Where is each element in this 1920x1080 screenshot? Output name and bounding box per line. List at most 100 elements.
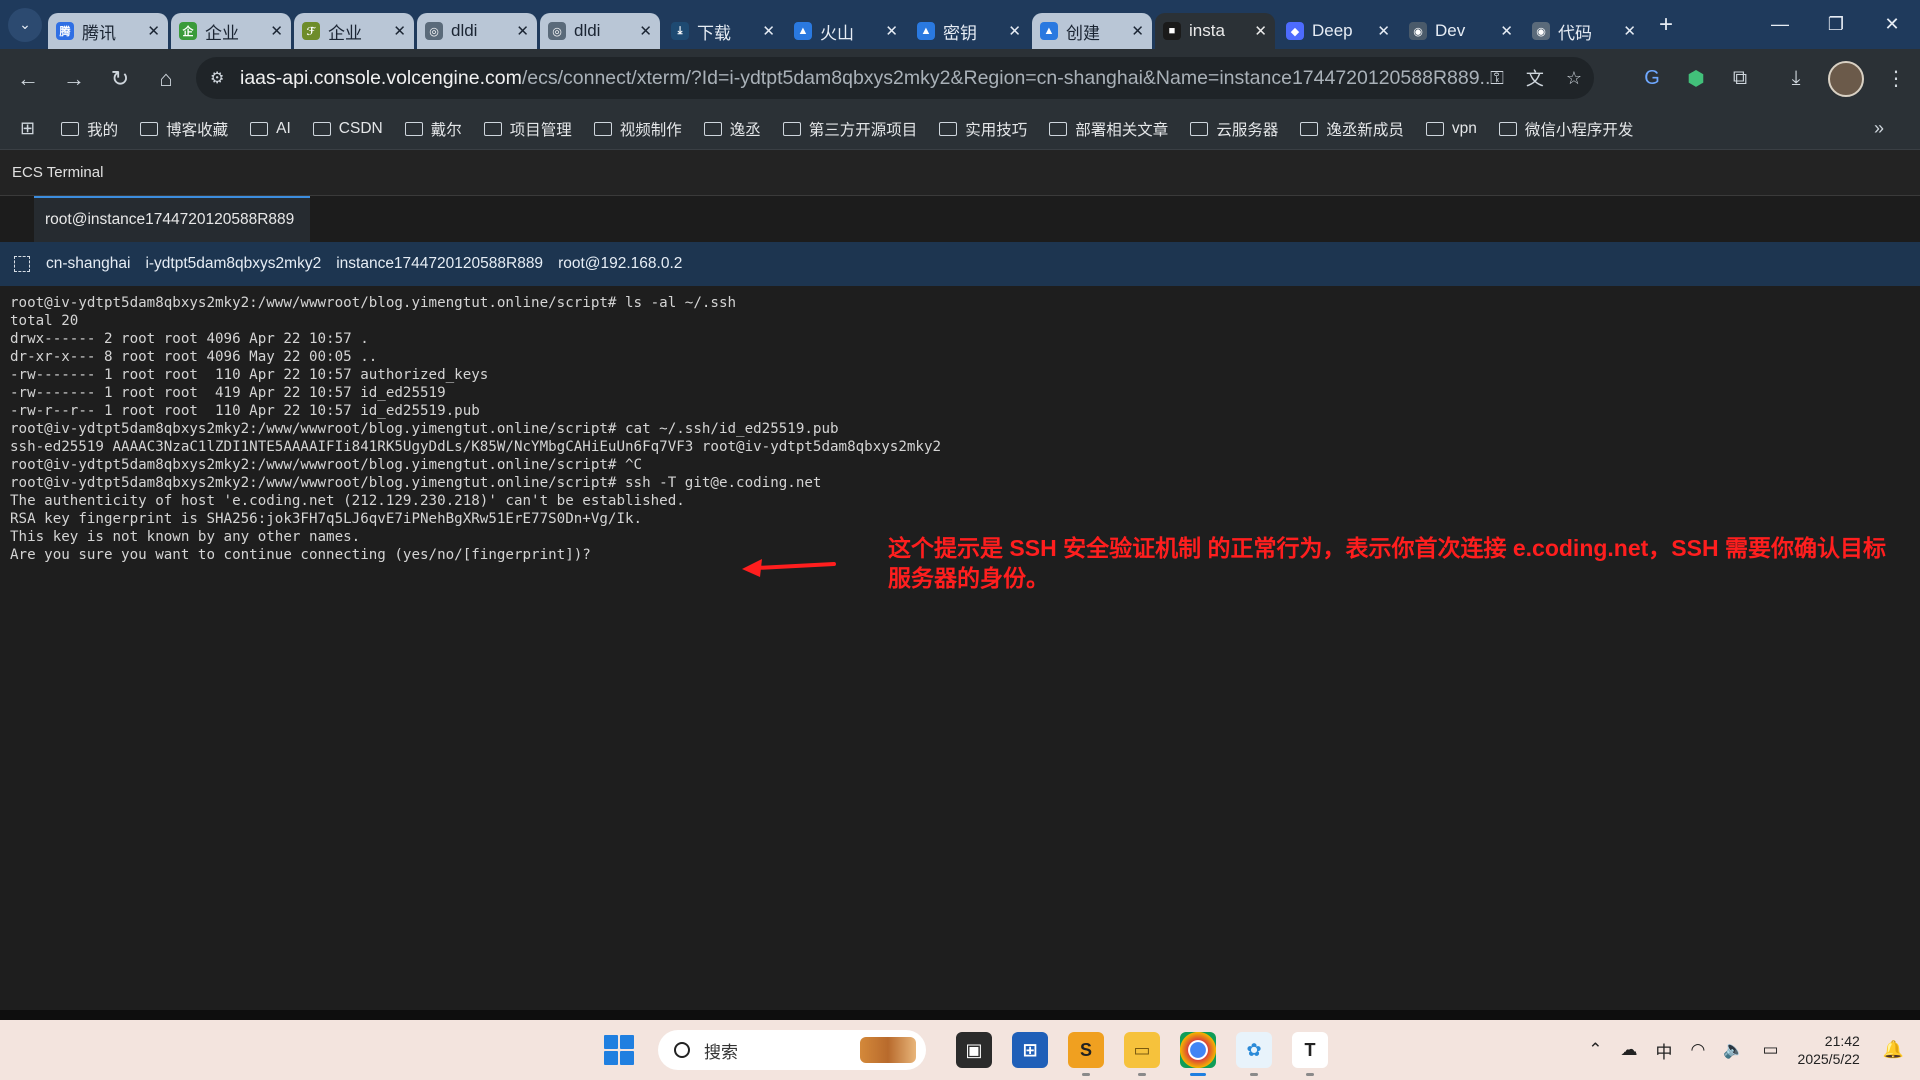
extensions-puzzle-icon[interactable]: ⧉ [1718, 67, 1762, 90]
sublime-text-icon[interactable]: S [1068, 1032, 1104, 1076]
bookmark-folder[interactable]: 微信小程序开发 [1498, 118, 1633, 140]
tab-close-icon[interactable]: ✕ [639, 22, 652, 40]
tab-favicon-icon: ◉ [1532, 22, 1550, 40]
url-host: iaas-api.console.volcengine.com [240, 66, 522, 89]
tab-close-icon[interactable]: ✕ [1131, 22, 1144, 40]
terminal-line: total 20 [10, 313, 79, 329]
tab-close-icon[interactable]: ✕ [1008, 22, 1021, 40]
reload-icon[interactable]: ↻ [98, 57, 142, 101]
address-bar[interactable]: ⚙ iaas-api.console.volcengine.com/ecs/co… [196, 57, 1594, 99]
browser-tab[interactable]: ◎ dldi ✕ [417, 13, 537, 49]
tab-close-icon[interactable]: ✕ [762, 22, 775, 40]
onedrive-offline-icon[interactable]: ☁ [1620, 1040, 1637, 1060]
tab-close-icon[interactable]: ✕ [516, 22, 529, 40]
tab-close-icon[interactable]: ✕ [270, 22, 283, 40]
browser-tab[interactable]: ◉ 代码 ✕ [1524, 13, 1644, 49]
tab-close-icon[interactable]: ✕ [1254, 22, 1267, 40]
folder-icon [1190, 121, 1209, 136]
tab-list: 腾腾讯 ✕ 企企业 ✕ ℱ 企业 ✕ ◎ dldi ✕ ◎ dldi ✕ ⤓ 下载 ✕ ▲ 火山 ✕ ▲ 密钥 ✕ ▲ 创建 ✕… [48, 0, 1647, 49]
bookmark-folder[interactable]: 戴尔 [404, 118, 462, 140]
wifi-icon[interactable]: ◠ [1690, 1040, 1705, 1060]
tab-search-chevron-icon[interactable]: ⌄ [8, 7, 42, 42]
terminal-line: -rw-r--r-- 1 root root 110 Apr 22 10:57 … [10, 403, 480, 419]
battery-icon[interactable]: ▭ [1762, 1040, 1778, 1060]
chrome-icon[interactable] [1180, 1032, 1216, 1076]
microsoft-store-icon[interactable]: ⊞ [1012, 1032, 1048, 1068]
restore-icon[interactable]: ❐ [1808, 14, 1864, 35]
bookmark-folder[interactable]: 视频制作 [593, 118, 682, 140]
bookmark-folder[interactable]: 我的 [61, 118, 118, 140]
terminal-output[interactable]: root@iv-ydtpt5dam8qbxys2mky2:/www/wwwroo… [0, 286, 1920, 1010]
browser-tab[interactable]: ℱ 企业 ✕ [294, 13, 414, 49]
more-bookmarks-chevron-icon[interactable]: » [1874, 118, 1884, 139]
back-arrow-icon[interactable]: ← [6, 57, 50, 101]
browser-tab[interactable]: ⤓ 下载 ✕ [663, 13, 783, 49]
fullscreen-icon[interactable] [14, 256, 30, 272]
browser-tab[interactable]: ▲ 火山 ✕ [786, 13, 906, 49]
browser-toolbar: ← → ↻ ⌂ ⚙ iaas-api.console.volcengine.co… [0, 49, 1920, 108]
close-window-icon[interactable]: ✕ [1864, 14, 1920, 35]
profile-avatar[interactable] [1828, 60, 1864, 97]
extension-hexagon-icon[interactable]: ⬢ [1674, 66, 1718, 91]
system-clock[interactable]: 21:42 2025/5/22 [1798, 1032, 1860, 1068]
bookmark-folder[interactable]: vpn [1425, 120, 1477, 138]
tab-close-icon[interactable]: ✕ [147, 22, 160, 40]
task-view-icon[interactable]: ▣ [956, 1032, 992, 1068]
browser-tab[interactable]: ▲ 创建 ✕ [1032, 13, 1152, 49]
translate-icon[interactable]: 文 [1526, 65, 1544, 91]
home-icon[interactable]: ⌂ [144, 57, 188, 101]
site-settings-icon[interactable]: ⚙ [210, 68, 240, 88]
notification-bell-icon[interactable]: 🔔 [1883, 1040, 1904, 1060]
bookmark-folder[interactable]: 实用技巧 [939, 118, 1027, 140]
volume-icon[interactable]: 🔈 [1723, 1040, 1744, 1060]
browser-tab[interactable]: ▲ 密钥 ✕ [909, 13, 1029, 49]
tab-close-icon[interactable]: ✕ [1623, 22, 1636, 40]
bookmark-folder[interactable]: 云服务器 [1190, 118, 1278, 140]
taskbar-search-input[interactable]: 搜索 [658, 1030, 926, 1070]
bookmark-folder[interactable]: 逸丞 [703, 118, 761, 140]
bookmark-folder[interactable]: 逸丞新成员 [1300, 118, 1404, 140]
new-tab-plus-icon[interactable]: + [1651, 10, 1681, 40]
tab-title: 火山 [820, 23, 854, 43]
folder-icon [404, 121, 423, 136]
tab-close-icon[interactable]: ✕ [885, 22, 898, 40]
forward-arrow-icon[interactable]: → [52, 57, 96, 101]
terminal-bottom-border [0, 1010, 1920, 1020]
bookmark-folder[interactable]: 部署相关文章 [1049, 118, 1168, 140]
browser-tab[interactable]: 腾腾讯 ✕ [48, 13, 168, 49]
windows-start-icon[interactable] [604, 1035, 634, 1065]
browser-menu-icon[interactable]: ⋮ [1874, 66, 1918, 91]
browser-tab[interactable]: ◆ Deep ✕ [1278, 13, 1398, 49]
bookmark-folder[interactable]: CSDN [312, 120, 383, 138]
qq-browser-icon[interactable]: ✿ [1236, 1032, 1272, 1076]
bookmark-star-icon[interactable]: ☆ [1566, 68, 1582, 89]
bookmark-folder[interactable]: 博客收藏 [140, 118, 228, 140]
ime-indicator[interactable]: 中 [1655, 1038, 1672, 1063]
tab-session[interactable]: root@instance1744720120588R889 [34, 196, 310, 242]
tray-overflow-chevron-icon[interactable]: ⌃ [1588, 1040, 1602, 1060]
bookmark-label: 逸丞 [729, 121, 761, 139]
terminal-line: ssh-ed25519 AAAAC3NzaC1lZDI1NTE5AAAAIFIi… [10, 439, 942, 455]
download-icon[interactable]: ⤓ [1774, 67, 1818, 90]
browser-tab[interactable]: ◉ Dev ✕ [1401, 13, 1521, 49]
tab-close-icon[interactable]: ✕ [1377, 22, 1390, 40]
bookmark-label: 视频制作 [619, 121, 682, 139]
instance-info-bar: cn-shanghai i-ydtpt5dam8qbxys2mky2 insta… [0, 242, 1920, 286]
typora-icon[interactable]: T [1292, 1032, 1328, 1076]
tab-close-icon[interactable]: ✕ [393, 22, 406, 40]
bookmark-folder[interactable]: 项目管理 [483, 118, 572, 140]
tab-close-icon[interactable]: ✕ [1500, 22, 1513, 40]
browser-tab[interactable]: ◎ dldi ✕ [540, 13, 660, 49]
file-explorer-icon[interactable]: ▭ [1124, 1032, 1160, 1076]
browser-tab[interactable]: ■ insta ✕ [1155, 13, 1275, 49]
bookmark-folder[interactable]: 第三方开源项目 [782, 118, 917, 140]
google-translate-extension-icon[interactable]: G [1630, 67, 1674, 90]
url-text[interactable]: iaas-api.console.volcengine.com/ecs/conn… [240, 67, 1490, 90]
tab-favicon-icon: ◆ [1286, 22, 1304, 40]
apps-grid-icon[interactable]: ⊞ [20, 118, 35, 139]
info-instance-name: instance1744720120588R889 [336, 255, 544, 272]
minimize-icon[interactable]: — [1752, 14, 1808, 35]
browser-tab[interactable]: 企企业 ✕ [171, 13, 291, 49]
password-key-icon[interactable]: ⚿ [1490, 68, 1504, 89]
bookmark-folder[interactable]: AI [250, 120, 291, 138]
